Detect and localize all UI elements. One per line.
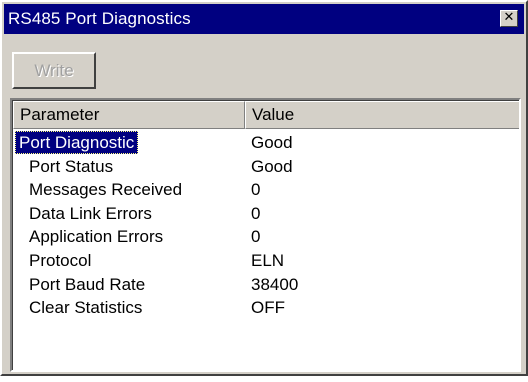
toolbar: Write bbox=[4, 36, 524, 92]
parameter-grid[interactable]: Parameter Value Port Diagnostic Good Por… bbox=[10, 98, 521, 372]
table-row[interactable]: Protocol ELN bbox=[13, 249, 519, 273]
close-icon: ✕ bbox=[503, 10, 515, 25]
close-button[interactable]: ✕ bbox=[500, 10, 518, 27]
row-parameter[interactable]: Port Diagnostic bbox=[15, 131, 139, 154]
table-row[interactable]: Port Diagnostic Good bbox=[13, 131, 519, 155]
write-button[interactable]: Write bbox=[12, 52, 96, 89]
row-parameter[interactable]: Port Baud Rate bbox=[29, 273, 145, 296]
window-title: RS485 Port Diagnostics bbox=[8, 9, 191, 28]
row-parameter[interactable]: Data Link Errors bbox=[29, 202, 152, 225]
row-value[interactable]: OFF bbox=[251, 296, 285, 319]
row-parameter[interactable]: Messages Received bbox=[29, 178, 182, 201]
grid-header: Parameter Value bbox=[13, 101, 519, 129]
grid-rows: Port Diagnostic Good Port Status Good Me… bbox=[13, 131, 519, 320]
row-parameter[interactable]: Protocol bbox=[29, 249, 91, 272]
row-parameter[interactable]: Port Status bbox=[29, 155, 113, 178]
table-row[interactable]: Clear Statistics OFF bbox=[13, 296, 519, 320]
column-header-value[interactable]: Value bbox=[245, 101, 519, 129]
table-row[interactable]: Data Link Errors 0 bbox=[13, 202, 519, 226]
table-row[interactable]: Port Baud Rate 38400 bbox=[13, 273, 519, 297]
row-value[interactable]: 0 bbox=[251, 202, 260, 225]
row-value[interactable]: 0 bbox=[251, 178, 260, 201]
grid-frame: Parameter Value Port Diagnostic Good Por… bbox=[12, 100, 519, 370]
table-row[interactable]: Application Errors 0 bbox=[13, 225, 519, 249]
row-parameter[interactable]: Clear Statistics bbox=[29, 296, 142, 319]
row-value[interactable]: Good bbox=[251, 155, 293, 178]
table-row[interactable]: Messages Received 0 bbox=[13, 178, 519, 202]
row-value[interactable]: Good bbox=[251, 131, 293, 154]
row-value[interactable]: ELN bbox=[251, 249, 284, 272]
row-parameter[interactable]: Application Errors bbox=[29, 225, 163, 248]
title-bar[interactable]: RS485 Port Diagnostics ✕ bbox=[4, 4, 524, 34]
row-value[interactable]: 0 bbox=[251, 225, 260, 248]
diagnostics-window: RS485 Port Diagnostics ✕ Write Parameter… bbox=[0, 0, 528, 376]
row-value[interactable]: 38400 bbox=[251, 273, 298, 296]
table-row[interactable]: Port Status Good bbox=[13, 155, 519, 179]
column-header-parameter[interactable]: Parameter bbox=[13, 101, 245, 129]
